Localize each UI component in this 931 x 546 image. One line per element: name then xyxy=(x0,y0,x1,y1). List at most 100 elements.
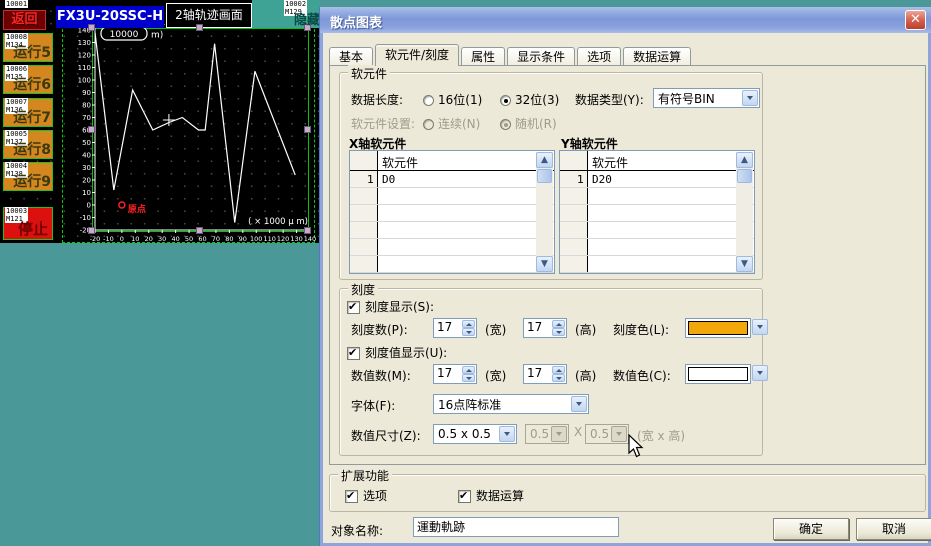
value-height-spinner[interactable]: 17 xyxy=(523,364,567,384)
table-row[interactable] xyxy=(560,222,754,239)
table-row[interactable]: 1D0 xyxy=(350,171,554,188)
font-label: 字体(F): xyxy=(351,397,395,414)
svg-text:40: 40 xyxy=(82,152,91,160)
run-button-运行5[interactable]: 10008M134运行5 xyxy=(3,33,53,62)
value-color-select[interactable] xyxy=(685,364,769,384)
selection-handle[interactable] xyxy=(304,126,311,133)
svg-text:110: 110 xyxy=(78,64,91,72)
table-row[interactable] xyxy=(560,188,754,205)
svg-text:110: 110 xyxy=(263,235,275,243)
run-button-运行8[interactable]: 10005M137运行8 xyxy=(3,130,53,159)
svg-text:-20: -20 xyxy=(90,235,101,243)
data-type-select[interactable]: 有符号BIN xyxy=(653,88,760,108)
tab-4[interactable]: 选项 xyxy=(577,47,621,66)
chevron-down-icon[interactable] xyxy=(742,90,758,106)
value-width-spinner[interactable]: 17 xyxy=(433,364,477,384)
chevron-down-icon[interactable] xyxy=(752,319,768,335)
radio-continuous-circle xyxy=(423,119,434,130)
checkbox-icon[interactable] xyxy=(347,301,360,314)
scrollbar[interactable]: ▲▼ xyxy=(536,152,553,272)
svg-text:70: 70 xyxy=(82,114,91,122)
run-button-label: 运行6 xyxy=(13,74,51,94)
chevron-down-icon[interactable] xyxy=(499,426,515,442)
selection-handle[interactable] xyxy=(88,227,95,234)
run-button-运行9[interactable]: 10004M138运行9 xyxy=(3,162,53,191)
table-row[interactable] xyxy=(560,239,754,256)
option-checkbox[interactable]: 选项 xyxy=(345,487,387,504)
device-label-10001: 10001 xyxy=(5,0,28,8)
checkbox-icon[interactable] xyxy=(345,490,358,503)
svg-text:m): m) xyxy=(151,31,163,41)
table-row[interactable] xyxy=(560,205,754,222)
checkbox-icon[interactable] xyxy=(458,490,471,503)
dialog-titlebar[interactable]: 散点图表 ✕ xyxy=(320,7,931,33)
scale-value-show-checkbox[interactable]: 刻度值显示(U): xyxy=(347,344,447,361)
scrollbar[interactable]: ▲▼ xyxy=(736,152,753,272)
run-button-运行7[interactable]: 10007M136运行7 xyxy=(3,98,53,127)
x-axis-device-table[interactable]: 软元件1D0▲▼ xyxy=(349,150,555,274)
radio-continuous: 连续(N) xyxy=(423,115,480,132)
scroll-up-icon[interactable]: ▲ xyxy=(736,152,753,168)
tab-0[interactable]: 基本 xyxy=(329,47,373,66)
table-row[interactable] xyxy=(350,256,554,273)
scroll-thumb[interactable] xyxy=(737,169,752,183)
tab-3[interactable]: 显示条件 xyxy=(507,47,575,66)
value-size-select[interactable]: 0.5 x 0.5 xyxy=(433,424,517,444)
size-width-select-disabled: 0.5 xyxy=(525,424,569,444)
y-axis-device-table[interactable]: 软元件1D20▲▼ xyxy=(559,150,755,274)
scale-color-select[interactable] xyxy=(685,318,769,338)
back-button[interactable]: 返回 xyxy=(3,10,46,30)
scale-height-spinner[interactable]: 17 xyxy=(523,318,567,338)
chevron-down-icon xyxy=(551,426,567,442)
scroll-down-icon[interactable]: ▼ xyxy=(736,256,753,272)
tab-2[interactable]: 属性 xyxy=(461,47,505,66)
scale-width-spinner[interactable]: 17 xyxy=(433,318,477,338)
object-name-input[interactable]: 運動軌跡 xyxy=(413,517,619,537)
device-group-title: 软元件 xyxy=(348,65,390,82)
tab-1[interactable]: 软元件/刻度 xyxy=(375,44,459,66)
table-row[interactable] xyxy=(350,205,554,222)
radio-16bit-circle[interactable] xyxy=(423,95,434,106)
table-row[interactable] xyxy=(350,188,554,205)
cancel-button[interactable]: 取消 xyxy=(856,518,931,540)
svg-text:10: 10 xyxy=(131,235,139,243)
selection-handle[interactable] xyxy=(88,126,95,133)
close-icon[interactable]: ✕ xyxy=(905,10,926,30)
run-button-label: 运行5 xyxy=(13,42,51,62)
scroll-thumb[interactable] xyxy=(537,169,552,183)
svg-text:原点: 原点 xyxy=(128,203,146,215)
ok-button[interactable]: 确定 xyxy=(773,518,849,540)
run-button-label: 运行7 xyxy=(13,107,51,127)
selection-handle[interactable] xyxy=(196,24,203,31)
selection-handle[interactable] xyxy=(196,227,203,234)
table-header-row: 软元件 xyxy=(560,151,754,171)
run-button-label: 运行8 xyxy=(13,139,51,159)
svg-text:140: 140 xyxy=(304,235,316,243)
selection-handle[interactable] xyxy=(88,24,95,31)
scroll-down-icon[interactable]: ▼ xyxy=(536,256,553,272)
table-row[interactable]: 1D20 xyxy=(560,171,754,188)
table-row[interactable] xyxy=(350,239,554,256)
table-row[interactable] xyxy=(560,256,754,273)
font-select[interactable]: 16点阵标准 xyxy=(433,394,589,414)
svg-text:100: 100 xyxy=(250,235,262,243)
selection-handle[interactable] xyxy=(304,227,311,234)
scale-show-checkbox[interactable]: 刻度显示(S): xyxy=(347,298,434,315)
checkbox-icon[interactable] xyxy=(347,347,360,360)
data-operation-checkbox[interactable]: 数据运算 xyxy=(458,487,524,504)
svg-text:90: 90 xyxy=(239,235,247,243)
radio-32bit-circle[interactable] xyxy=(500,95,511,106)
svg-text:10000: 10000 xyxy=(110,30,139,40)
plc-model-label: FX3U-20SSC-H xyxy=(56,6,164,28)
run-button-运行6[interactable]: 10006M135运行6 xyxy=(3,65,53,94)
svg-text:10: 10 xyxy=(82,189,91,197)
stop-button[interactable]: 10003M121 停止 xyxy=(3,207,53,240)
svg-text:30: 30 xyxy=(158,235,166,243)
chevron-down-icon[interactable] xyxy=(752,365,768,381)
table-row[interactable] xyxy=(350,222,554,239)
chevron-down-icon[interactable] xyxy=(571,396,587,412)
tab-5[interactable]: 数据运算 xyxy=(623,47,691,66)
scroll-up-icon[interactable]: ▲ xyxy=(536,152,553,168)
radio-16bit[interactable]: 16位(1) xyxy=(423,91,482,108)
radio-32bit[interactable]: 32位(3) xyxy=(500,91,559,108)
